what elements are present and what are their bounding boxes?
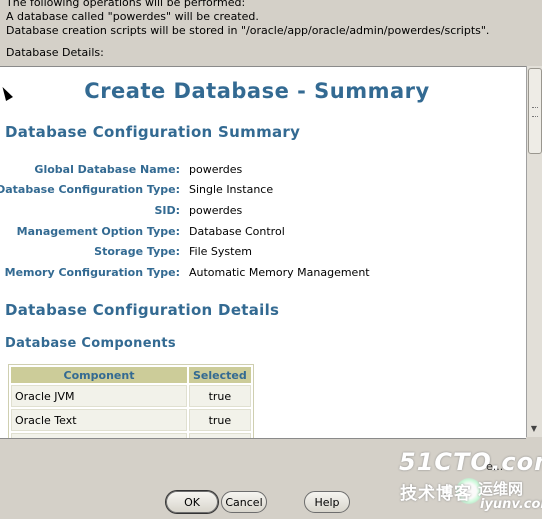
scroll-down-arrow-icon[interactable]: ▼ — [528, 423, 540, 435]
field-sid: SID: powerdes — [0, 204, 520, 222]
component-selected — [189, 433, 251, 438]
component-name: Oracle JVM — [11, 385, 187, 407]
watermark-tech: 技术博客 — [400, 484, 472, 504]
scrollbar-thumb[interactable] — [528, 68, 542, 154]
field-label: Management Option Type: — [16, 225, 180, 238]
field-global-db-name: Global Database Name: powerdes — [0, 163, 520, 181]
field-memory-config: Memory Configuration Type: Automatic Mem… — [0, 266, 520, 284]
field-config-type: Database Configuration Type: Single Inst… — [0, 183, 520, 201]
help-button[interactable]: Help — [304, 491, 350, 513]
summary-pane[interactable]: Create Database - Summary Database Confi… — [0, 66, 526, 439]
field-label: Database Configuration Type: — [0, 183, 180, 196]
column-header-component: Component — [11, 367, 187, 383]
components-table: Component Selected Oracle JVM true Oracl… — [8, 364, 254, 438]
field-label: SID: — [154, 204, 180, 217]
ok-button[interactable]: OK — [166, 491, 218, 513]
field-management-option: Management Option Type: Database Control — [0, 225, 520, 243]
column-header-selected: Selected — [189, 367, 251, 383]
config-summary-heading: Database Configuration Summary — [5, 123, 301, 141]
table-header-row: Component Selected — [11, 367, 251, 383]
field-storage-type: Storage Type: File System — [0, 245, 520, 263]
field-value: Database Control — [189, 225, 285, 238]
table-row — [11, 433, 251, 438]
component-selected: true — [189, 385, 251, 407]
intro-line-1: The following operations will be perform… — [6, 0, 246, 9]
field-value: powerdes — [189, 204, 243, 217]
intro-line-2: A database called "powerdes" will be cre… — [6, 10, 259, 23]
watermark-suffix: e... — [486, 460, 504, 473]
intro-line-3: Database creation scripts will be stored… — [6, 24, 490, 37]
watermark-yw: 运维网 — [478, 480, 524, 498]
table-row: Oracle Text true — [11, 409, 251, 431]
field-value: Automatic Memory Management — [189, 266, 370, 279]
component-selected: true — [189, 409, 251, 431]
field-label: Global Database Name: — [34, 163, 180, 176]
config-details-heading: Database Configuration Details — [5, 301, 280, 319]
watermark-site: 51CTO.com — [399, 448, 542, 476]
field-value: powerdes — [189, 163, 243, 176]
table-row: Oracle JVM true — [11, 385, 251, 407]
summary-title: Create Database - Summary — [84, 79, 430, 103]
vertical-scrollbar[interactable]: ▼ — [526, 66, 542, 437]
cancel-button[interactable]: Cancel — [221, 491, 267, 513]
field-label: Memory Configuration Type: — [4, 266, 180, 279]
component-name: Oracle Text — [11, 409, 187, 431]
component-name — [11, 433, 187, 438]
watermark-url: iyunv.com — [480, 497, 542, 512]
field-label: Storage Type: — [94, 245, 180, 258]
grip-icon — [532, 107, 538, 117]
database-details-label: Database Details: — [6, 46, 104, 59]
field-value: Single Instance — [189, 183, 274, 196]
components-heading: Database Components — [5, 336, 176, 351]
field-value: File System — [189, 245, 252, 258]
